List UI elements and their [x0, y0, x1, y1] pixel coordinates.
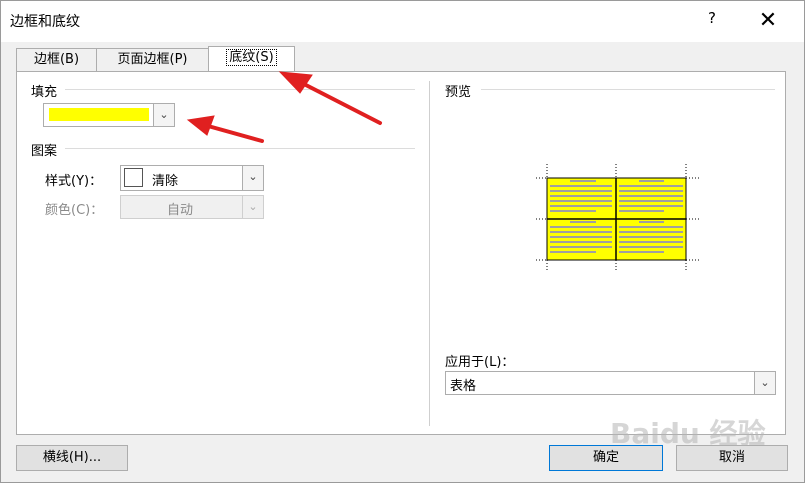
preview-divider: [481, 89, 775, 90]
preview-table-graphic: [536, 164, 699, 272]
pattern-group-label: 图案: [31, 144, 58, 159]
fill-group-label: 填充: [31, 85, 58, 100]
chevron-down-icon[interactable]: ⌄: [242, 166, 263, 190]
close-button[interactable]: ✕: [753, 7, 783, 35]
tab-shading[interactable]: 底纹(S): [208, 46, 295, 72]
apply-to-dropdown[interactable]: 表格 ⌄: [445, 371, 776, 395]
borders-shading-dialog: 边框和底纹 ? ✕ 边框(B) 页面边框(P) 底纹(S) 填充 ⌄ 图案 样式…: [0, 0, 805, 483]
help-button[interactable]: ?: [701, 9, 723, 33]
style-swatch: [124, 168, 143, 187]
fill-divider: [65, 89, 415, 90]
apply-to-value: 表格: [450, 379, 477, 394]
apply-to-label: 应用于(L)：: [445, 355, 515, 370]
chevron-down-icon[interactable]: ⌄: [242, 196, 263, 218]
tab-borders-label: 边框(B): [33, 52, 80, 67]
baidu-watermark: Baidu 经验: [610, 417, 766, 450]
preview-group-label: 预览: [445, 85, 472, 100]
chevron-down-icon[interactable]: ⌄: [153, 104, 174, 126]
horizontal-line-button[interactable]: 横线(H)...: [16, 445, 128, 471]
fill-color-swatch: [49, 108, 149, 121]
pattern-color-dropdown[interactable]: 自动 ⌄: [120, 195, 264, 219]
chevron-down-icon[interactable]: ⌄: [754, 372, 775, 394]
fill-color-dropdown[interactable]: ⌄: [43, 103, 175, 127]
style-value: 清除: [152, 174, 179, 189]
pattern-divider: [65, 148, 415, 149]
tab-borders[interactable]: 边框(B): [16, 48, 97, 71]
style-label: 样式(Y)：: [45, 174, 103, 189]
tab-page-border-label: 页面边框(P): [117, 52, 188, 67]
title-bar: 边框和底纹 ? ✕: [1, 1, 804, 42]
dialog-title: 边框和底纹: [10, 14, 80, 30]
pattern-color-value: 自动: [167, 203, 194, 218]
tab-shading-label: 底纹(S): [226, 49, 277, 66]
pattern-color-label: 颜色(C)：: [45, 203, 104, 218]
style-dropdown[interactable]: 清除 ⌄: [120, 165, 264, 191]
panel-separator: [429, 81, 430, 426]
tab-page-border[interactable]: 页面边框(P): [96, 48, 209, 71]
